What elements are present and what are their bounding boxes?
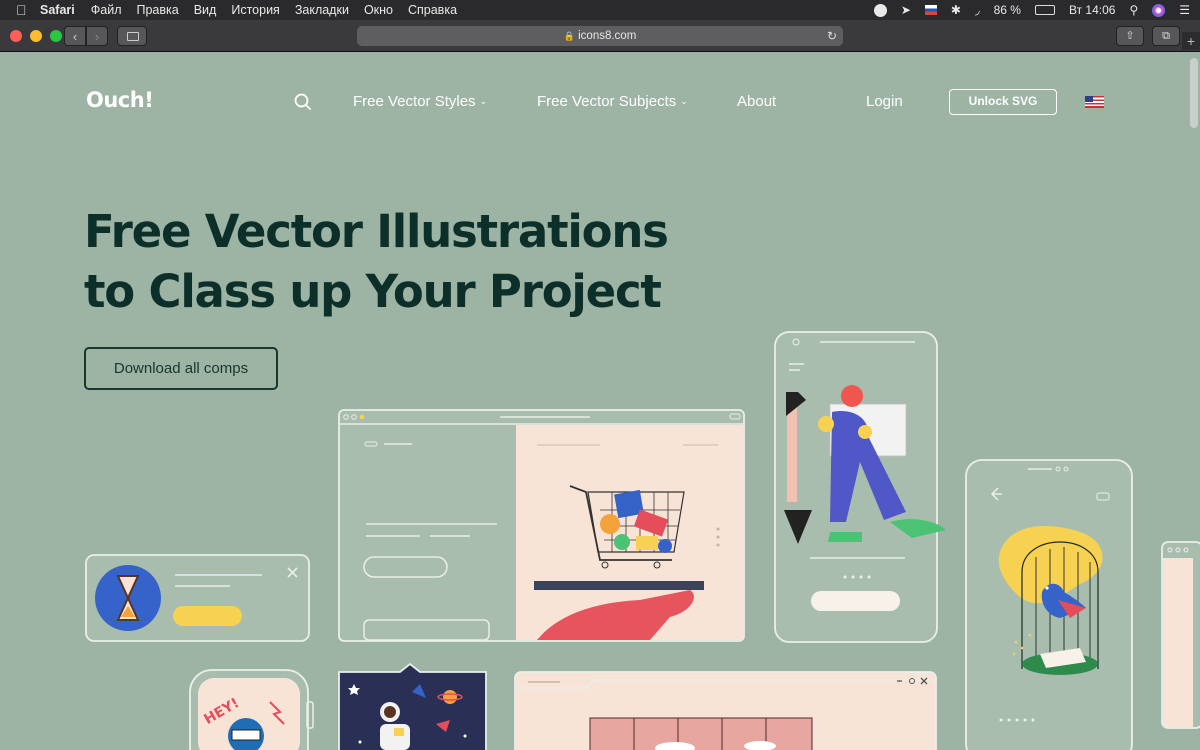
notification-card[interactable] [85, 554, 310, 642]
forward-button[interactable]: › [86, 26, 108, 46]
viber-icon[interactable] [873, 3, 887, 17]
menu-view[interactable]: Вид [194, 3, 217, 17]
share-button[interactable]: ⇧ [1116, 26, 1144, 46]
zoom-window-icon[interactable] [50, 30, 62, 42]
address-bar-url: icons8.com [578, 30, 637, 42]
wifi-icon[interactable]: ◞ [975, 3, 980, 17]
telegram-icon[interactable]: ➤ [901, 3, 911, 17]
input-source-flag-icon[interactable] [924, 5, 937, 15]
toolbar-right: ⇧ ⧉ [1116, 26, 1180, 46]
tab-overview-button[interactable]: ⧉ [1152, 26, 1180, 46]
wide-window-mockup[interactable] [514, 671, 937, 750]
clock[interactable]: Вт 14:06 [1069, 3, 1115, 17]
menu-help[interactable]: Справка [408, 3, 457, 17]
history-nav: ‹ › [64, 26, 108, 46]
menu-app-safari[interactable]: Safari [40, 3, 75, 17]
battery-percent: 86 % [993, 3, 1021, 17]
back-button[interactable]: ‹ [64, 26, 86, 46]
webpage: Ouch! Free Vector Styles ⌄ Free Vector Su… [0, 52, 1200, 750]
notification-center-icon[interactable]: ☰ [1179, 3, 1190, 17]
browser-mockup-card[interactable] [338, 409, 745, 642]
macos-menubar:  Safari Файл Правка Вид История Закладк… [0, 0, 1200, 20]
minimize-window-icon[interactable] [30, 30, 42, 42]
menubar-status-area: ➤ ✱ ◞ 86 % Вт 14:06 ⚲ ☰ [873, 0, 1190, 20]
safari-toolbar: ‹ › 🔒 icons8.com ↻ ⇧ ⧉ [0, 20, 1200, 52]
siri-icon[interactable] [1152, 3, 1166, 17]
menu-window[interactable]: Окно [364, 3, 393, 17]
menu-history[interactable]: История [231, 3, 279, 17]
reload-icon[interactable]: ↻ [827, 26, 837, 46]
address-bar[interactable]: 🔒 icons8.com ↻ [357, 26, 843, 46]
sidebar-toggle-button[interactable] [117, 26, 147, 46]
phone-mockup-gardener[interactable] [774, 331, 946, 643]
sidebar-icon [127, 32, 139, 41]
apple-icon[interactable]:  [16, 2, 30, 18]
spotlight-search-icon[interactable]: ⚲ [1129, 3, 1138, 17]
menu-file[interactable]: Файл [91, 3, 122, 17]
close-window-icon[interactable] [10, 30, 22, 42]
new-tab-button[interactable]: + [1182, 32, 1200, 50]
menu-bookmarks[interactable]: Закладки [295, 3, 349, 17]
bluetooth-icon[interactable]: ✱ [951, 3, 961, 17]
battery-icon[interactable] [1034, 5, 1055, 15]
edge-card-partial[interactable] [1161, 541, 1200, 729]
window-controls [10, 30, 62, 42]
watch-mockup-hey[interactable]: HEY! [189, 669, 314, 750]
lock-icon: 🔒 [563, 31, 575, 41]
illustration-collage: HEY! [85, 331, 1200, 750]
menu-edit[interactable]: Правка [136, 3, 178, 17]
phone-mockup-birdcage[interactable] [965, 459, 1133, 750]
space-card[interactable] [338, 662, 487, 750]
